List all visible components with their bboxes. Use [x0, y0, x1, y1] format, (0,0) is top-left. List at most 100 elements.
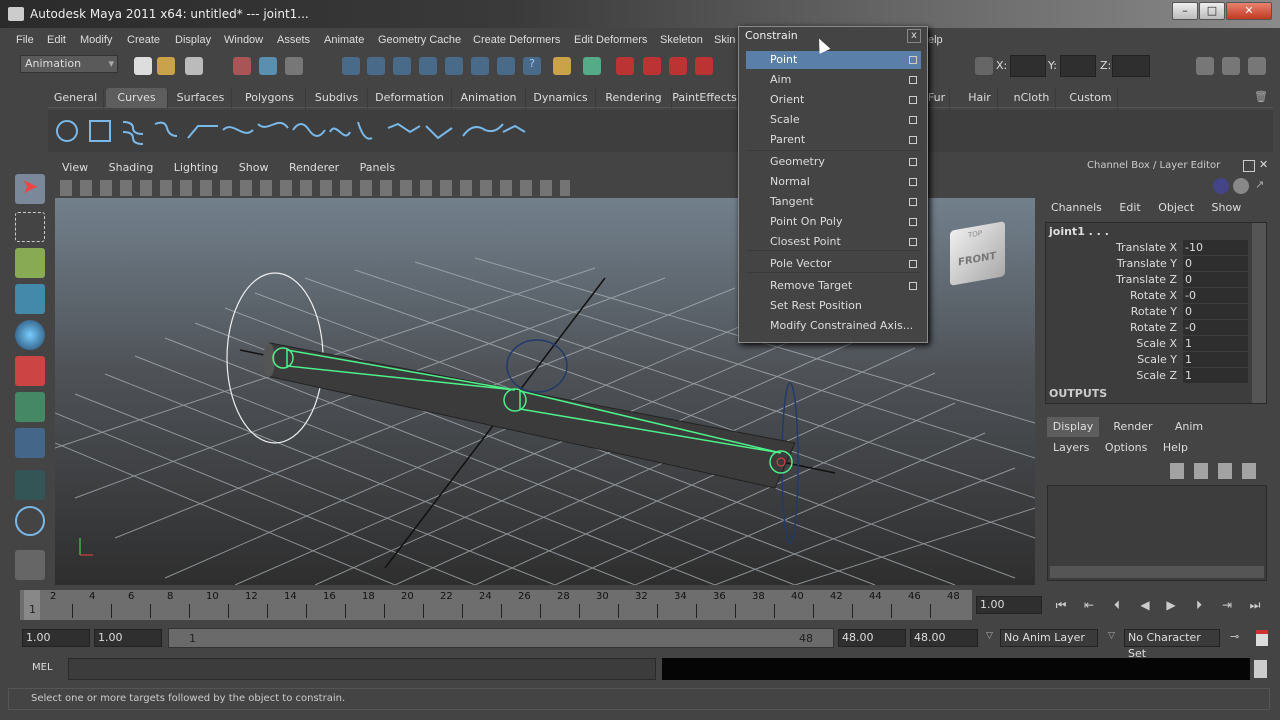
history-icon[interactable]: [471, 57, 489, 75]
menu-item-scale[interactable]: Scale: [746, 111, 921, 129]
select-tool-icon[interactable]: ➤: [15, 174, 45, 204]
range-slider[interactable]: 1 48: [168, 628, 834, 648]
menu-geometry-cache[interactable]: Geometry Cache: [378, 30, 461, 50]
manipulator-axes-icon[interactable]: [1213, 178, 1229, 194]
channel-label[interactable]: Scale X: [1136, 336, 1177, 352]
tab-painteffects[interactable]: PaintEffects: [672, 88, 738, 108]
channel-row[interactable]: Scale Z 1: [1046, 368, 1266, 384]
character-set-selector[interactable]: No Character Set: [1124, 629, 1220, 660]
layer-scrollbar[interactable]: [1050, 566, 1264, 578]
tab-render-layers[interactable]: Render: [1105, 417, 1161, 437]
menu-edit[interactable]: Edit: [47, 30, 66, 50]
step-back-frame-icon[interactable]: ⏴: [1108, 598, 1126, 612]
tab-dynamics[interactable]: Dynamics: [526, 88, 596, 108]
universal-manipulator-icon[interactable]: [15, 392, 45, 422]
option-box-icon[interactable]: [909, 158, 917, 166]
show-manipulator-icon[interactable]: [15, 470, 45, 500]
view-cube-top[interactable]: TOP: [968, 229, 982, 239]
play-forwards-icon[interactable]: ▶: [1162, 598, 1180, 612]
magnet-curve-icon[interactable]: [643, 57, 661, 75]
menu-animate[interactable]: Animate: [324, 30, 364, 50]
show-menu[interactable]: Show: [1212, 201, 1242, 214]
current-time-marker[interactable]: 1: [24, 590, 40, 620]
playback-end-field[interactable]: 48.00: [838, 629, 906, 647]
channel-value[interactable]: 0: [1183, 256, 1248, 271]
view-cube-front[interactable]: FRONT: [958, 251, 996, 269]
menu-display[interactable]: Display: [175, 30, 211, 50]
menu-set-dropdown[interactable]: Animation ▾: [20, 55, 118, 73]
tab-custom[interactable]: Custom: [1064, 88, 1118, 108]
maximize-button[interactable]: □: [1199, 2, 1225, 20]
option-box-icon[interactable]: [909, 198, 917, 206]
view-cube[interactable]: TOP FRONT: [950, 221, 1005, 286]
lock-icon[interactable]: [553, 57, 571, 75]
channel-value[interactable]: 1: [1183, 336, 1248, 351]
channel-label[interactable]: Scale Y: [1137, 352, 1177, 368]
start-time-field[interactable]: 1.00: [22, 629, 90, 647]
y-input[interactable]: [1060, 55, 1096, 77]
option-box-icon[interactable]: [909, 116, 917, 124]
end-time-field[interactable]: 48.00: [910, 629, 978, 647]
channel-row[interactable]: Scale Y 1: [1046, 352, 1266, 368]
channel-row[interactable]: Rotate Y 0: [1046, 304, 1266, 320]
tab-subdivs[interactable]: Subdivs: [306, 88, 368, 108]
panel-menu-show[interactable]: Show: [239, 161, 269, 174]
channel-value[interactable]: 1: [1183, 368, 1248, 383]
character-set-dropdown-icon[interactable]: ▽: [1108, 631, 1115, 641]
tab-curves[interactable]: Curves: [106, 88, 168, 108]
menu-item-modify-constrained-axis[interactable]: Modify Constrained Axis...: [746, 317, 921, 335]
snap-grid-icon[interactable]: [342, 57, 360, 75]
command-input[interactable]: [68, 658, 656, 680]
layout-icon[interactable]: [15, 550, 45, 580]
panel-menu-shading[interactable]: Shading: [109, 161, 154, 174]
menu-item-aim[interactable]: Aim: [746, 71, 921, 89]
preferences-icon[interactable]: [1256, 630, 1268, 646]
layer-create-icons[interactable]: [1170, 463, 1266, 479]
menu-assets[interactable]: Assets: [277, 30, 310, 50]
snap-plane-icon[interactable]: [419, 57, 437, 75]
current-time-field[interactable]: 1.00: [976, 596, 1042, 614]
option-box-icon[interactable]: [909, 218, 917, 226]
go-to-end-icon[interactable]: ⏭: [1246, 598, 1264, 612]
help-menu[interactable]: Help: [1163, 441, 1188, 454]
tab-deformation[interactable]: Deformation: [368, 88, 452, 108]
option-box-icon[interactable]: [909, 136, 917, 144]
option-box-icon[interactable]: [909, 282, 917, 290]
channel-scrollbar[interactable]: [1252, 223, 1266, 403]
go-to-start-icon[interactable]: ⏮: [1052, 598, 1070, 612]
panel-menu-view[interactable]: View: [62, 161, 88, 174]
snap-curve-icon[interactable]: [367, 57, 385, 75]
rotate-tool-icon[interactable]: [15, 320, 45, 350]
menu-item-normal[interactable]: Normal: [746, 173, 921, 191]
snap-point-icon[interactable]: [393, 57, 411, 75]
soft-modification-icon[interactable]: [15, 428, 45, 458]
channel-value[interactable]: 1: [1183, 352, 1248, 367]
magnet-point-icon[interactable]: [669, 57, 687, 75]
trash-icon[interactable]: 🗑: [1254, 90, 1268, 103]
menu-item-parent[interactable]: Parent: [746, 131, 921, 149]
menu-edit-deformers[interactable]: Edit Deformers: [574, 30, 647, 50]
step-back-key-icon[interactable]: ⇤: [1080, 598, 1098, 612]
panel-menu-lighting[interactable]: Lighting: [174, 161, 218, 174]
channel-label[interactable]: Scale Z: [1136, 368, 1177, 384]
transform-field-icon[interactable]: [975, 57, 993, 75]
save-scene-icon[interactable]: [185, 57, 203, 75]
playback-start-field[interactable]: 1.00: [94, 629, 162, 647]
channel-value[interactable]: -10: [1183, 240, 1248, 255]
tab-rendering[interactable]: Rendering: [596, 88, 672, 108]
menu-item-geometry[interactable]: Geometry: [746, 153, 921, 171]
edit-menu[interactable]: Edit: [1119, 201, 1140, 214]
selection-handle-icon[interactable]: [583, 57, 601, 75]
menu-skeleton[interactable]: Skeleton: [660, 30, 703, 50]
option-box-icon[interactable]: [909, 238, 917, 246]
select-object-icon[interactable]: [259, 57, 277, 75]
channel-value[interactable]: 0: [1183, 304, 1248, 319]
channel-label[interactable]: Rotate Z: [1130, 320, 1177, 336]
close-button[interactable]: ✕: [1226, 2, 1272, 20]
menu-create[interactable]: Create: [127, 30, 160, 50]
open-scene-icon[interactable]: [157, 57, 175, 75]
panel-menu-panels[interactable]: Panels: [360, 161, 395, 174]
menu-create-deformers[interactable]: Create Deformers: [473, 30, 560, 50]
tab-hair[interactable]: Hair: [962, 88, 998, 108]
panel-menu-renderer[interactable]: Renderer: [289, 161, 339, 174]
